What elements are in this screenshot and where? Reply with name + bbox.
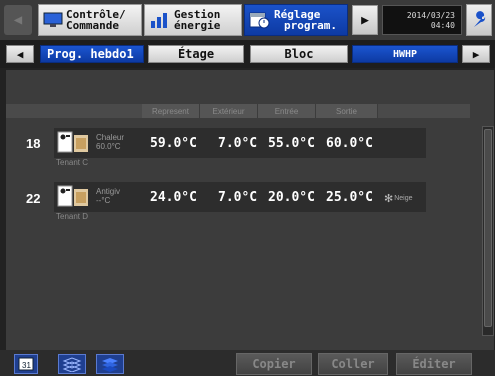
col-sortie: Sortie [316, 104, 378, 118]
tab-next-arrow[interactable]: ▶ [462, 45, 490, 63]
monitor-icon [43, 12, 63, 27]
date-text: 2014/03/23 [406, 11, 455, 20]
bottom-toolbar: 31 Copier Coller Éditer [0, 350, 495, 376]
layers-outline-icon [62, 357, 82, 372]
unit-number: 18 [26, 136, 41, 151]
datetime-display: 2014/03/23 04:40 [382, 5, 462, 35]
svg-text:31: 31 [22, 361, 31, 370]
gestion-label-2: énergie [174, 19, 221, 32]
menu-forward-arrow[interactable]: ▶ [352, 5, 378, 35]
calendar-icon: 31 [18, 357, 34, 371]
tab-hwhp[interactable]: HWHP [352, 45, 458, 63]
wrench-icon [474, 11, 486, 27]
time-text: 04:40 [430, 21, 455, 30]
coller-button[interactable]: Coller [318, 353, 388, 375]
col-entree: Entrée [258, 104, 316, 118]
entree-value: 55.0°C [268, 136, 315, 151]
unit-row[interactable]: Antigiv --°C 24.0°C 7.0°C 20.0°C 25.0°C … [54, 182, 426, 212]
snow-icon: ✻ [384, 193, 394, 205]
tenant-label: Tenant C [56, 158, 89, 167]
setpoint-label: 60.0°C [96, 142, 121, 151]
col-represent: Represent [142, 104, 200, 118]
tab-bar: ◀ Prog. hebdo1 Étage Bloc HWHP ▶ [0, 40, 495, 68]
represent-value: 59.0°C [150, 136, 197, 151]
tab-prog-hebdo[interactable]: Prog. hebdo1 [40, 45, 144, 63]
scrollbar-thumb[interactable] [484, 129, 492, 327]
setpoint-label: --°C [96, 196, 111, 205]
sortie-value: 25.0°C [326, 190, 373, 205]
tab-etage[interactable]: Étage [148, 45, 244, 63]
exterieur-value: 7.0°C [218, 136, 258, 151]
bar-chart-icon [151, 13, 167, 28]
reglage-program-button[interactable]: Réglage program. [244, 4, 348, 36]
top-menu-bar: ◀ Contrôle/ Commande Gestion énergie Rég… [0, 0, 495, 40]
water-heater-icon [57, 185, 88, 207]
mode-label: Antigiv [96, 187, 121, 196]
tab-bloc[interactable]: Bloc [250, 45, 348, 63]
hwhp-status-panel: Represent Extérieur Entrée Sortie 18 Cha… [6, 70, 494, 350]
calendar-view-button[interactable]: 31 [14, 354, 38, 374]
maintenance-button[interactable] [466, 4, 492, 36]
water-heater-icon [57, 131, 88, 153]
entree-value: 20.0°C [268, 190, 315, 205]
sortie-value: 60.0°C [326, 136, 373, 151]
represent-value: 24.0°C [150, 190, 197, 205]
layers-filled-icon [102, 358, 118, 372]
reglage-label-2: program. [284, 19, 337, 32]
editer-button[interactable]: Éditer [396, 353, 472, 375]
col-exterieur: Extérieur [200, 104, 258, 118]
snow-indicator: ✻ Neige [384, 192, 413, 205]
unit-row[interactable]: Chaleur 60.0°C 59.0°C 7.0°C 55.0°C 60.0°… [54, 128, 426, 158]
vertical-scrollbar[interactable] [482, 126, 494, 336]
floor-layer-button[interactable] [58, 354, 86, 374]
tab-prev-arrow[interactable]: ◀ [6, 45, 34, 63]
unit-number: 22 [26, 191, 41, 206]
column-header-row: Represent Extérieur Entrée Sortie [6, 104, 470, 118]
snow-label: Neige [394, 195, 413, 202]
copier-button[interactable]: Copier [236, 353, 312, 375]
gestion-energie-button[interactable]: Gestion énergie [144, 4, 242, 36]
exterieur-value: 7.0°C [218, 190, 258, 205]
controle-label-2: Commande [66, 19, 119, 32]
block-layer-button[interactable] [96, 354, 124, 374]
controle-commande-button[interactable]: Contrôle/ Commande [38, 4, 142, 36]
tenant-label: Tenant D [56, 212, 89, 221]
menu-back-arrow[interactable]: ◀ [4, 5, 32, 35]
mode-label: Chaleur [96, 133, 125, 142]
calendar-clock-icon [249, 12, 270, 29]
